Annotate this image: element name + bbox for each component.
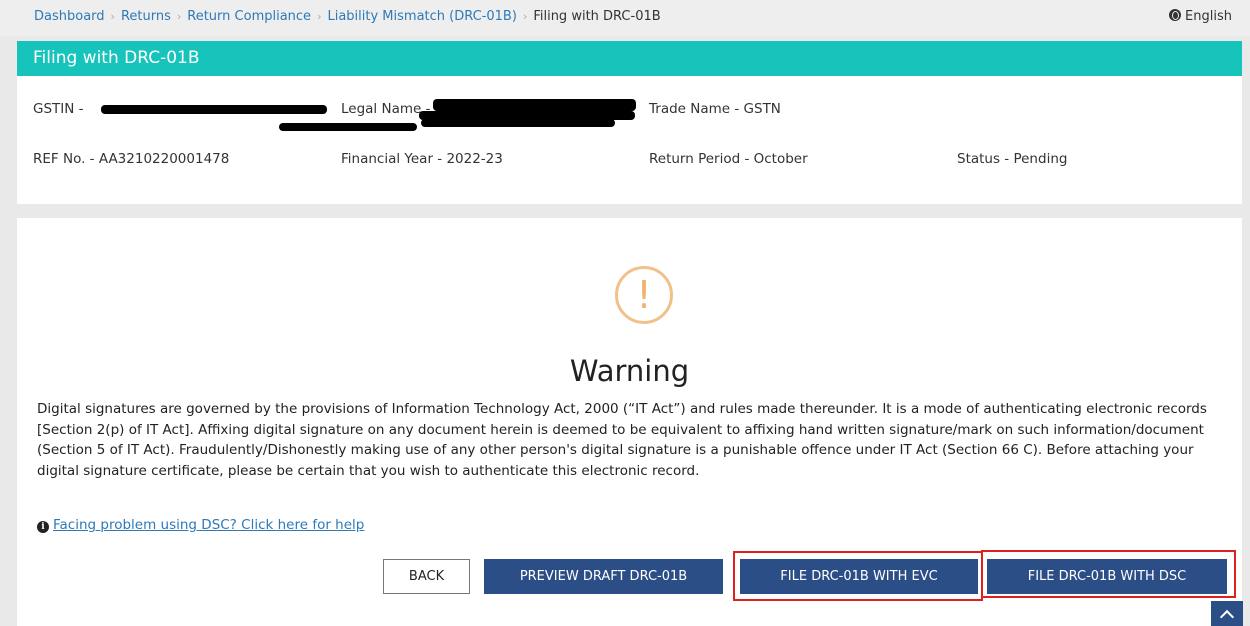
return-header-card: Filing with DRC-01B GSTIN - Legal Name -…	[17, 41, 1242, 204]
scroll-to-top-button[interactable]	[1211, 601, 1243, 626]
trade-name: Trade Name - GSTN	[649, 101, 781, 117]
redaction-mark	[433, 99, 636, 111]
warning-card: ! Warning Digital signatures are governe…	[17, 218, 1242, 626]
gstin-label: GSTIN -	[33, 101, 84, 117]
redaction-mark	[279, 123, 417, 131]
page: Dashboard › Returns › Return Compliance › Liab…	[0, 0, 1250, 626]
back-button[interactable]: BACK	[383, 559, 470, 594]
dsc-help-link[interactable]: i Facing problem using DSC? Click here fo…	[37, 517, 364, 533]
breadcrumb-separator: ›	[176, 10, 182, 23]
exclamation-circle-icon: !	[615, 266, 673, 324]
breadcrumb-current: Filing with DRC-01B	[533, 9, 661, 24]
globe-icon	[1169, 9, 1182, 21]
dsc-help-label: Facing problem using DSC? Click here for…	[53, 517, 365, 533]
breadcrumb-liability-mismatch[interactable]: Liability Mismatch (DRC-01B)	[327, 9, 516, 24]
breadcrumb-returns[interactable]: Returns	[121, 9, 171, 24]
language-label: English	[1185, 9, 1232, 24]
redaction-mark	[421, 119, 615, 127]
breadcrumb-separator: ›	[317, 10, 322, 23]
breadcrumb-return-compliance[interactable]: Return Compliance	[187, 9, 311, 24]
highlight-box-evc	[733, 551, 983, 601]
breadcrumb-separator: ›	[110, 10, 115, 23]
legal-name-label: Legal Name -	[341, 101, 431, 117]
language-selector[interactable]: English	[1169, 9, 1232, 24]
breadcrumb-separator: ›	[522, 10, 528, 23]
info-icon: i	[37, 521, 49, 533]
breadcrumb-dashboard[interactable]: Dashboard	[34, 9, 105, 24]
warning-title: Warning	[569, 354, 690, 388]
breadcrumb: Dashboard › Returns › Return Compliance › Liab…	[0, 0, 1250, 36]
warning-text: Digital signatures are governed by the p…	[37, 401, 1207, 479]
preview-draft-button[interactable]: PREVIEW DRAFT DRC-01B	[484, 559, 723, 594]
financial-year: Financial Year - 2022-23	[341, 151, 503, 167]
ref-number: REF No. - AA3210220001478	[33, 151, 230, 167]
status-label: Status - Pending	[957, 151, 1068, 167]
page-title: Filing with DRC-01B	[17, 41, 1242, 76]
highlight-box-dsc	[981, 550, 1236, 598]
return-period: Return Period - October	[649, 151, 808, 167]
redaction-mark	[101, 105, 327, 114]
